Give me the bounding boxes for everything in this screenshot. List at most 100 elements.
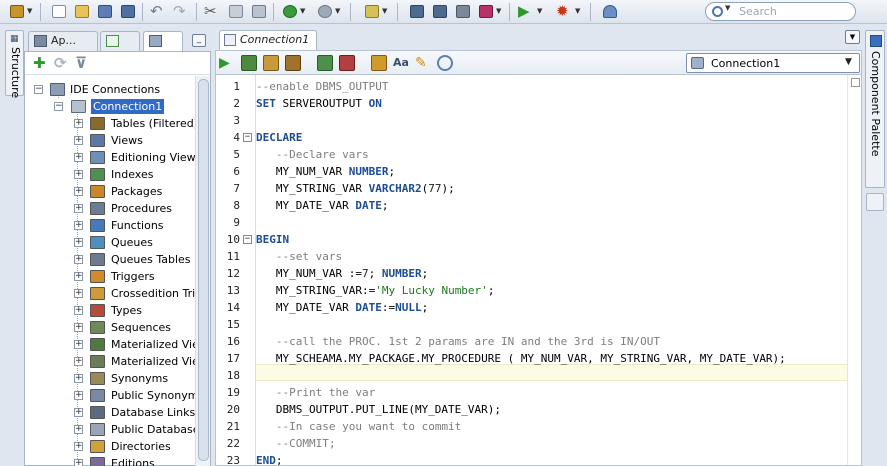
code-line[interactable]: MY_NUM_VAR NUMBER; — [256, 163, 395, 180]
paint-icon[interactable] — [477, 3, 495, 20]
add-connection-icon[interactable]: ✚ — [33, 56, 46, 71]
tree-node[interactable]: + Functions — [25, 217, 195, 234]
tree-node[interactable]: + Packages — [25, 183, 195, 200]
tab-run[interactable] — [100, 31, 140, 51]
tab-connection1[interactable]: Connection1 — [219, 30, 317, 50]
chevron-down-icon[interactable]: ▼ — [27, 3, 34, 20]
tree-node[interactable]: + Views — [25, 132, 195, 149]
component-palette-tab[interactable]: Component Palette — [865, 30, 885, 188]
collapse-toggle[interactable]: − — [34, 85, 43, 94]
expand-toggle[interactable]: + — [74, 340, 83, 349]
cut-icon[interactable]: ✂ — [204, 3, 222, 20]
tree-node[interactable]: + Tables (Filtered) — [25, 115, 195, 132]
filter-icon[interactable]: ⊽ — [75, 56, 87, 71]
collapse-toggle[interactable]: − — [54, 102, 63, 111]
debug-icon[interactable] — [408, 3, 426, 20]
search-input[interactable]: Search — [739, 5, 777, 18]
commit-icon[interactable] — [317, 55, 333, 71]
chevron-down-icon[interactable]: ▼ — [335, 3, 342, 20]
code-line[interactable]: --In case you want to commit — [256, 418, 461, 435]
tree-node-connection1[interactable]: − Connection1 — [25, 98, 195, 115]
code-line[interactable]: --call the PROC. 1st 2 params are IN and… — [256, 333, 660, 350]
code-line[interactable]: MY_NUM_VAR :=7; NUMBER; — [256, 265, 428, 282]
chevron-down-icon[interactable]: ▼ — [300, 3, 307, 20]
expand-toggle[interactable]: + — [74, 221, 83, 230]
expand-toggle[interactable]: + — [74, 391, 83, 400]
run-script-icon[interactable] — [241, 55, 257, 71]
tree-node[interactable]: + Public Synonyms — [25, 387, 195, 404]
code-line[interactable]: --Print the var — [256, 384, 375, 401]
expand-toggle[interactable]: + — [74, 153, 83, 162]
expand-toggle[interactable]: + — [74, 238, 83, 247]
expand-toggle[interactable]: + — [74, 255, 83, 264]
code-line[interactable]: MY_DATE_VAR DATE; — [256, 197, 389, 214]
code-area[interactable]: 1 2 3 4−5 6 7 8 9 10−11 12 13 14 15 16 17 18 19 20 21 22 23 … — [215, 74, 862, 466]
compile-icon[interactable] — [431, 3, 449, 20]
tree-node[interactable]: + Materialized Views — [25, 353, 195, 370]
code-line[interactable]: MY_DATE_VAR DATE:=NULL; — [256, 299, 428, 316]
tools-icon[interactable] — [454, 3, 472, 20]
code-line[interactable]: MY_STRING_VAR VARCHAR2(77); — [256, 180, 455, 197]
chevron-down-icon[interactable]: ▼ — [725, 4, 730, 12]
rollback-icon[interactable] — [339, 55, 355, 71]
expand-toggle[interactable]: + — [74, 408, 83, 417]
tree-node[interactable]: + Editions — [25, 455, 195, 466]
chevron-down-icon[interactable]: ▼ — [575, 3, 582, 20]
sql-worksheet-icon[interactable] — [363, 3, 381, 20]
expand-toggle[interactable]: + — [74, 459, 83, 466]
tab-list-button[interactable]: ▼ — [845, 30, 860, 44]
tree-node[interactable]: + Procedures — [25, 200, 195, 217]
tree-node[interactable]: + Synonyms — [25, 370, 195, 387]
scrollbar-thumb[interactable] — [198, 79, 209, 461]
expand-toggle[interactable]: + — [74, 289, 83, 298]
code-line[interactable]: DECLARE — [256, 129, 302, 146]
properties-icon[interactable] — [866, 193, 884, 211]
code-line[interactable]: --COMMIT; — [256, 435, 336, 452]
code-line[interactable]: SET SERVEROUTPUT ON — [256, 95, 382, 112]
code-line[interactable]: MY_SCHEAMA.MY_PACKAGE.MY_PROCEDURE ( MY_… — [256, 350, 786, 367]
fold-toggle[interactable]: − — [243, 235, 252, 244]
save-icon[interactable] — [96, 3, 114, 20]
search-box[interactable]: ▼ Search — [705, 2, 856, 21]
tree-node[interactable]: + Queues — [25, 234, 195, 251]
explain-plan-icon[interactable] — [263, 55, 279, 71]
expand-toggle[interactable]: + — [74, 170, 83, 179]
forward-icon[interactable] — [316, 3, 334, 20]
save-all-icon[interactable] — [119, 3, 137, 20]
chevron-down-icon[interactable]: ▼ — [382, 3, 389, 20]
clear-icon[interactable]: ✎ — [415, 55, 431, 71]
code-line[interactable]: END; — [256, 452, 283, 465]
profile-icon[interactable] — [601, 3, 619, 20]
tree-node[interactable]: + Types — [25, 302, 195, 319]
new-file-icon[interactable] — [50, 3, 68, 20]
tree-node[interactable]: + Crossedition Trigg — [25, 285, 195, 302]
tree-node-ide-connections[interactable]: − IDE Connections — [25, 81, 195, 98]
undo-icon[interactable]: ↶ — [150, 3, 168, 20]
connection-selector[interactable]: Connection1 ▼ — [686, 53, 860, 73]
tree-node[interactable]: + Triggers — [25, 268, 195, 285]
fold-toggle[interactable]: − — [243, 133, 252, 142]
expand-toggle[interactable]: + — [74, 374, 83, 383]
code-line[interactable]: BEGIN — [256, 231, 289, 248]
tree-node[interactable]: + Directories — [25, 438, 195, 455]
expand-toggle[interactable]: + — [74, 442, 83, 451]
tab-applications[interactable]: Ap... — [28, 31, 98, 51]
expand-toggle[interactable]: + — [74, 425, 83, 434]
bug-icon[interactable]: ✹ — [556, 3, 574, 20]
code-line[interactable]: --set vars — [256, 248, 342, 265]
open-folder-icon[interactable] — [73, 3, 91, 20]
expand-toggle[interactable]: + — [74, 187, 83, 196]
code-line[interactable]: --enable DBMS_OUTPUT — [256, 78, 388, 95]
expand-toggle[interactable]: + — [74, 357, 83, 366]
tree-node[interactable]: + Sequences — [25, 319, 195, 336]
refresh-icon[interactable]: ⟳ — [54, 56, 67, 71]
tab-connections[interactable] — [143, 31, 183, 51]
tree-node[interactable]: + Indexes — [25, 166, 195, 183]
code-line[interactable]: MY_STRING_VAR:='My Lucky Number'; — [256, 282, 495, 299]
chevron-down-icon[interactable]: ▼ — [537, 3, 544, 20]
expand-toggle[interactable]: + — [74, 306, 83, 315]
run-statement-icon[interactable]: ▶ — [219, 55, 235, 71]
tree-node[interactable]: + Editioning Views — [25, 149, 195, 166]
expand-toggle[interactable]: + — [74, 272, 83, 281]
redo-icon[interactable]: ↷ — [173, 3, 191, 20]
